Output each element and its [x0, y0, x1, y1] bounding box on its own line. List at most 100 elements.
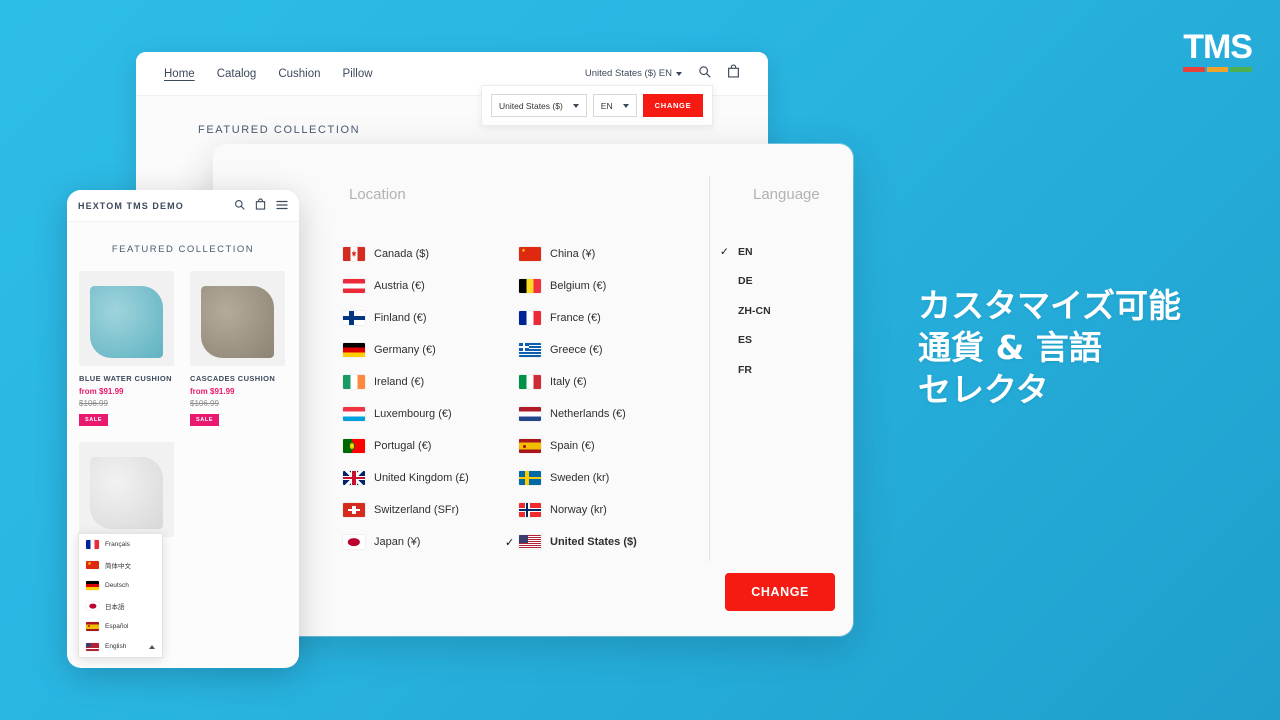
location-option[interactable]: Luxembourg (€) [343, 398, 469, 430]
language-option-label: ES [738, 334, 753, 347]
mobile-product-grid: BLUE WATER CUSHION from $91.99 $106.99 SALE… [67, 255, 299, 537]
product-card[interactable]: CASCADES CUSHION from $91.99 $106.99 SALE [190, 271, 285, 426]
flag-icon-ie [343, 375, 365, 389]
search-icon[interactable] [234, 197, 245, 215]
location-option[interactable]: Austria (€) [343, 270, 469, 302]
location-option[interactable]: Netherlands (€) [519, 398, 637, 430]
marketing-line-1: カスタマイズ可能 [918, 286, 1182, 325]
location-option[interactable]: Canada ($) [343, 238, 469, 270]
flag-icon-it [519, 375, 541, 389]
location-option[interactable]: ★ China (¥) [519, 238, 637, 270]
inline-change-button[interactable]: CHANGE [642, 94, 704, 117]
language-dropdown-item[interactable]: Español [79, 616, 162, 637]
language-dropdown-item[interactable]: English [79, 637, 162, 658]
location-option[interactable]: France (€) [519, 302, 637, 334]
language-option[interactable]: ZH-CN [738, 296, 771, 326]
inline-currency-language-popup: United States ($) EN CHANGE [481, 85, 714, 126]
product-card[interactable]: BLUE WATER CUSHION from $91.99 $106.99 SALE [79, 271, 174, 426]
flag-icon-jp [86, 601, 99, 610]
location-option-label: Ireland (€) [374, 376, 425, 388]
language-dropdown-item[interactable]: Français [79, 534, 162, 555]
location-option[interactable]: United Kingdom (£) [343, 462, 469, 494]
location-option-label: Netherlands (€) [550, 408, 626, 420]
currency-language-selector[interactable]: United States ($) EN [585, 68, 682, 79]
language-option[interactable]: ES [738, 326, 771, 356]
location-option[interactable]: Portugal (€) [343, 430, 469, 462]
location-option-label: Germany (€) [374, 344, 436, 356]
nav-link-catalog[interactable]: Catalog [217, 68, 257, 80]
location-option-label: Luxembourg (€) [374, 408, 452, 420]
bag-icon[interactable] [255, 197, 266, 215]
location-option-label: United Kingdom (£) [374, 472, 469, 484]
flag-icon-fr [519, 311, 541, 325]
menu-icon[interactable] [276, 197, 288, 215]
mobile-brand: HEXTOM TMS DEMO [78, 200, 184, 211]
logo-bar-orange [1206, 67, 1229, 72]
bag-icon[interactable] [727, 64, 740, 83]
language-dropdown-item[interactable]: Deutsch [79, 575, 162, 596]
tms-logo: TMS [1183, 30, 1253, 72]
flag-icon-ch [343, 503, 365, 517]
checkmark-icon: ✓ [720, 245, 729, 258]
location-column-2: ★ China (¥) Belgium (€) France (€) Greece (€… [505, 238, 637, 558]
location-option[interactable]: Italy (€) [519, 366, 637, 398]
product-image[interactable] [79, 271, 174, 366]
location-option[interactable]: Ireland (€) [343, 366, 469, 398]
location-option[interactable]: Norway (kr) [519, 494, 637, 526]
location-option-label: Norway (kr) [550, 504, 607, 516]
flag-icon-se [519, 471, 541, 485]
flag-icon-lu [343, 407, 365, 421]
language-dropdown-item[interactable]: 日本語 [79, 596, 162, 617]
flag-icon-gb [343, 471, 365, 485]
flag-icon-pt [343, 439, 365, 453]
location-option[interactable]: ✓ United States ($) [505, 526, 637, 558]
language-option[interactable]: DE [738, 267, 771, 297]
flag-icon-gr [519, 343, 541, 357]
language-option[interactable]: FR [738, 355, 771, 385]
language-section-title: Language [753, 186, 820, 203]
language-option-label: FR [738, 363, 752, 376]
checkmark-icon: ✓ [505, 536, 515, 549]
flag-icon-es [86, 622, 99, 631]
section-divider [709, 176, 710, 561]
location-option[interactable]: Sweden (kr) [519, 462, 637, 494]
product-image[interactable] [190, 271, 285, 366]
language-dropdown-label: 简体中文 [105, 562, 131, 570]
mobile-language-dropdown[interactable]: Français ★ 简体中文 Deutsch 日本語 Español English [78, 533, 163, 658]
product-image[interactable] [79, 442, 174, 537]
location-option[interactable]: Spain (€) [519, 430, 637, 462]
location-option[interactable]: Belgium (€) [519, 270, 637, 302]
location-option[interactable]: Germany (€) [343, 334, 469, 366]
language-dropdown-item[interactable]: ★ 简体中文 [79, 555, 162, 576]
sale-badge: SALE [190, 414, 220, 426]
desktop-navbar-right: United States ($) EN [585, 64, 740, 83]
marketing-line-3: セレクタ [918, 370, 1049, 410]
product-compare-at-price: $106.99 [79, 399, 108, 408]
location-option[interactable]: Japan (¥) [343, 526, 469, 558]
location-option-label: Switzerland (SFr) [374, 504, 459, 516]
search-icon[interactable] [698, 65, 711, 83]
location-option-label: France (€) [550, 312, 601, 324]
flag-icon-cn: ★ [86, 560, 99, 569]
flag-icon-at [343, 279, 365, 293]
location-option-label: Spain (€) [550, 440, 595, 452]
flag-icon-no [519, 503, 541, 517]
logo-bar-red [1183, 67, 1205, 72]
location-option-label: Finland (€) [374, 312, 427, 324]
product-card[interactable] [79, 442, 174, 537]
nav-link-pillow[interactable]: Pillow [343, 68, 373, 80]
nav-link-cushion[interactable]: Cushion [278, 68, 320, 80]
language-select-value: EN [600, 100, 613, 111]
location-option[interactable]: Switzerland (SFr) [343, 494, 469, 526]
language-select[interactable]: EN [592, 94, 637, 117]
product-compare-at-price: $106.99 [190, 399, 219, 408]
location-option[interactable]: Greece (€) [519, 334, 637, 366]
country-select[interactable]: United States ($) [491, 94, 587, 117]
logo-bar-green [1230, 67, 1252, 72]
language-option[interactable]: ✓ EN [720, 237, 771, 267]
change-button[interactable]: CHANGE [725, 573, 835, 611]
promo-screenshot: TMS Home Catalog Cushion Pillow United Stat… [0, 0, 1280, 720]
product-title: BLUE WATER CUSHION [79, 374, 172, 383]
nav-link-home[interactable]: Home [164, 68, 195, 80]
location-option[interactable]: Finland (€) [343, 302, 469, 334]
